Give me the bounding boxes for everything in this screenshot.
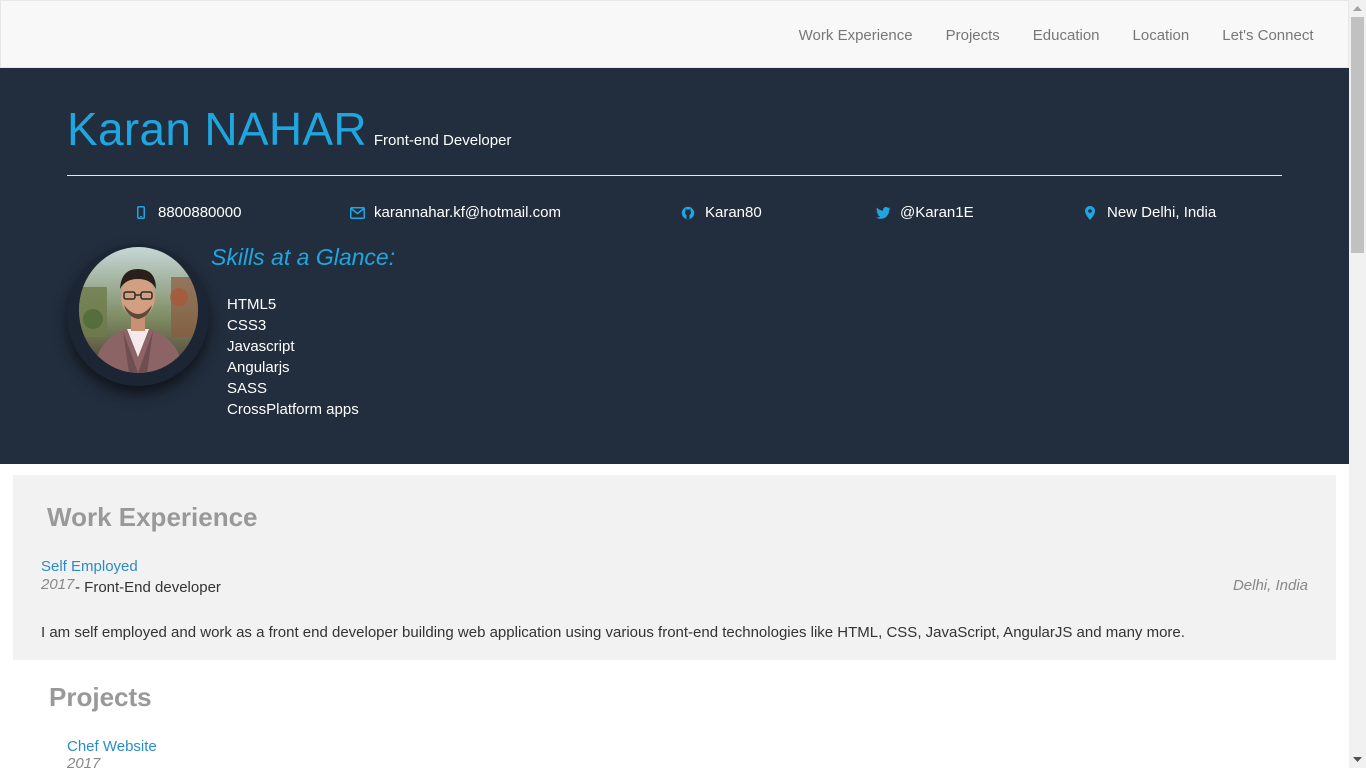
scroll-down-arrow-icon[interactable] (1349, 751, 1366, 768)
job-year: 2017 (41, 576, 75, 593)
nav-education[interactable]: Education (1016, 27, 1116, 44)
twitter-icon (875, 205, 891, 221)
projects-title: Projects (49, 682, 152, 712)
contact-email-text: karannahar.kf@hotmail.com (374, 204, 561, 221)
contact-bar: 8800880000 karannahar.kf@hotmail.com Kar… (0, 204, 1349, 226)
project-link[interactable]: Chef Website (67, 738, 157, 755)
contact-phone[interactable]: 8800880000 (133, 204, 241, 221)
skills-title: Skills at a Glance: (211, 244, 396, 270)
skill-item: CSS3 (227, 317, 267, 334)
skill-item: Javascript (227, 338, 295, 355)
contact-location[interactable]: New Delhi, India (1082, 204, 1216, 221)
nav-lets-connect[interactable]: Let's Connect (1206, 27, 1330, 44)
contact-twitter[interactable]: @Karan1E (875, 204, 974, 221)
scrollbar-thumb[interactable] (1351, 17, 1364, 253)
nav-location[interactable]: Location (1116, 27, 1206, 44)
contact-phone-text: 8800880000 (158, 204, 242, 221)
scroll-up-arrow-icon[interactable] (1349, 0, 1366, 17)
envelope-icon (349, 205, 365, 221)
name-row: Karan NAHAR Front-end Developer (67, 102, 511, 156)
skills-list: HTML5 CSS3 Javascript Angularjs SASS Cro… (227, 294, 359, 420)
contact-github[interactable]: Karan80 (680, 204, 762, 221)
project-year: 2017 (67, 755, 101, 768)
job-location: Delhi, India (1232, 577, 1308, 594)
skill-item: Angularjs (227, 359, 290, 376)
nav-projects[interactable]: Projects (929, 27, 1016, 44)
mobile-icon (133, 205, 149, 221)
avatar (79, 247, 198, 373)
nav-links: Work Experience Projects Education Locat… (782, 1, 1330, 69)
avatar-frame (67, 244, 209, 386)
github-icon (680, 205, 696, 221)
profile-photo (79, 247, 198, 373)
profile-role: Front-end Developer (373, 132, 512, 149)
navbar: Work Experience Projects Education Locat… (0, 0, 1349, 68)
work-experience-section: Work Experience Self Employed 2017 - Fro… (13, 475, 1336, 660)
map-marker-icon (1082, 205, 1098, 221)
job-company-link[interactable]: Self Employed (41, 558, 138, 575)
job-title: - Front-End developer (75, 579, 221, 596)
skill-item: SASS (227, 380, 268, 397)
skill-item: CrossPlatform apps (227, 401, 359, 418)
header-divider (67, 175, 1282, 176)
nav-work-experience[interactable]: Work Experience (782, 27, 929, 44)
page: Work Experience Projects Education Locat… (0, 0, 1349, 768)
vertical-scrollbar[interactable] (1349, 0, 1366, 768)
contact-location-text: New Delhi, India (1107, 204, 1217, 221)
contact-email[interactable]: karannahar.kf@hotmail.com (349, 204, 561, 221)
contact-twitter-text: @Karan1E (900, 204, 974, 221)
skill-item: HTML5 (227, 296, 277, 313)
profile-name: Karan NAHAR (67, 103, 367, 155)
work-experience-title: Work Experience (47, 502, 258, 532)
profile-header: Karan NAHAR Front-end Developer 88008800… (0, 68, 1349, 464)
job-description: I am self employed and work as a front e… (41, 624, 1185, 641)
contact-github-text: Karan80 (705, 204, 762, 221)
